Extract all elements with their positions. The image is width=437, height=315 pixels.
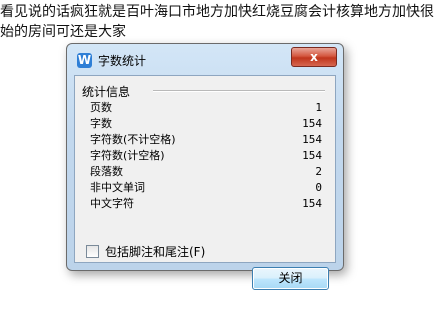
- close-button[interactable]: x: [291, 47, 337, 67]
- stat-row-chars-with-spaces: 字符数(计空格) 154: [90, 148, 322, 164]
- dialog-content: 统计信息 页数 1 字数 154 字符数(不计空格) 154 字符数(计空格) …: [74, 75, 336, 290]
- close-dialog-button[interactable]: 关闭: [252, 267, 329, 290]
- document-body[interactable]: 看见说的话疯狂就是百叶海口市地方加快红烧豆腐会计核算地方加快很 始的房间可还是大…: [0, 2, 437, 42]
- stat-row-pages: 页数 1: [90, 100, 322, 116]
- stat-row-chars-no-spaces: 字符数(不计空格) 154: [90, 132, 322, 148]
- word-count-dialog: W 字数统计 x 统计信息 页数 1 字数 154 字符数(不计空格) 154 …: [66, 43, 344, 290]
- stat-value: 2: [315, 165, 322, 178]
- stat-row-paragraphs: 段落数 2: [90, 164, 322, 180]
- stat-label: 字数: [90, 117, 112, 130]
- stat-row-chinese-chars: 中文字符 154: [90, 196, 322, 212]
- document-line-2: 始的房间可还是大家: [0, 24, 126, 40]
- stat-value: 154: [302, 117, 322, 130]
- stat-label: 中文字符: [90, 197, 134, 210]
- wps-writer-icon: W: [77, 53, 92, 68]
- stat-label: 字符数(计空格): [90, 149, 165, 162]
- stat-label: 页数: [90, 101, 112, 114]
- dialog-title: 字数统计: [98, 54, 147, 68]
- document-line-1: 看见说的话疯狂就是百叶海口市地方加快红烧豆腐会计核算地方加快很: [0, 4, 434, 20]
- stat-value: 154: [302, 149, 322, 162]
- statistics-list: 页数 1 字数 154 字符数(不计空格) 154 字符数(计空格) 154 段…: [90, 100, 322, 212]
- stat-label: 字符数(不计空格): [90, 133, 176, 146]
- stat-value: 0: [315, 181, 322, 194]
- include-footnotes-option[interactable]: 包括脚注和尾注(F): [86, 243, 205, 260]
- stat-value: 154: [302, 197, 322, 210]
- statistics-group-label: 统计信息: [82, 83, 134, 100]
- stat-label: 段落数: [90, 165, 123, 178]
- stat-label: 非中文单词: [90, 181, 145, 194]
- stat-row-words: 字数 154: [90, 116, 322, 132]
- include-footnotes-checkbox[interactable]: [86, 245, 99, 258]
- close-icon: x: [310, 50, 318, 64]
- include-footnotes-label[interactable]: 包括脚注和尾注(F): [105, 243, 205, 260]
- stat-row-non-chinese-words: 非中文单词 0: [90, 180, 322, 196]
- stat-value: 154: [302, 133, 322, 146]
- stat-value: 1: [315, 101, 322, 114]
- group-divider: [153, 90, 325, 92]
